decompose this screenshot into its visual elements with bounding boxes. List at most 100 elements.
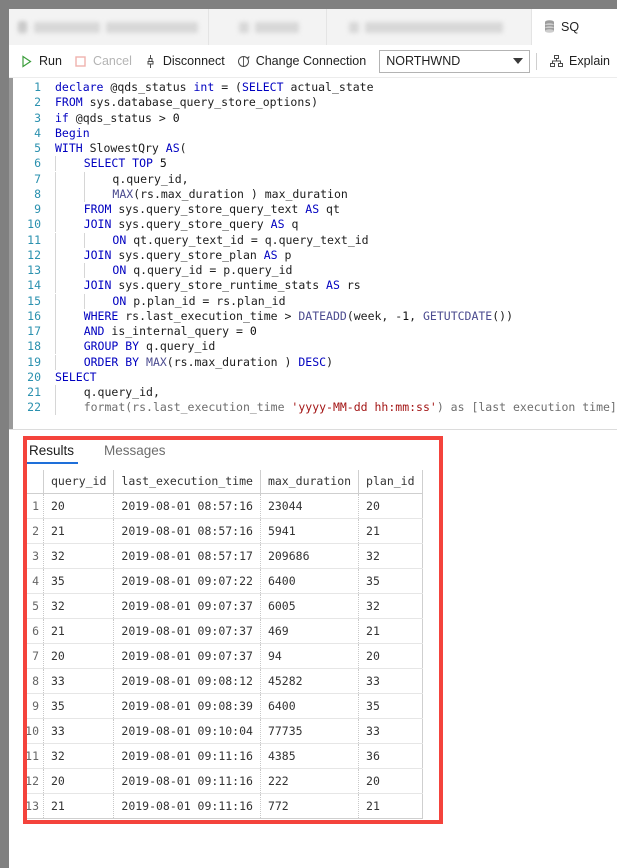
grid-cell-plan_id[interactable]: 20	[358, 493, 423, 519]
table-row[interactable]: 9 35 2019-08-01 09:08:39 6400 35	[23, 693, 423, 719]
grid-cell-max_duration[interactable]: 469	[260, 618, 360, 644]
grid-cell-plan_id[interactable]: 21	[358, 518, 423, 544]
row-number-cell[interactable]: 7	[23, 643, 44, 669]
grid-cell-last_execution_time[interactable]: 2019-08-01 09:10:04	[113, 718, 261, 744]
table-row[interactable]: 8 33 2019-08-01 09:08:12 45282 33	[23, 668, 423, 694]
grid-cell-plan_id[interactable]: 35	[358, 568, 423, 594]
grid-cell-max_duration[interactable]: 45282	[260, 668, 360, 694]
row-number-cell[interactable]: 4	[23, 568, 44, 594]
grid-cell-last_execution_time[interactable]: 2019-08-01 09:11:16	[113, 793, 261, 819]
editor-tab-redacted-2[interactable]	[209, 9, 327, 45]
table-row[interactable]: 13 21 2019-08-01 09:11:16 772 21	[23, 793, 423, 819]
grid-cell-plan_id[interactable]: 20	[358, 768, 423, 794]
grid-cell-last_execution_time[interactable]: 2019-08-01 09:08:39	[113, 693, 261, 719]
grid-cell-query_id[interactable]: 33	[43, 668, 115, 694]
sql-code-editor[interactable]: 1 declare @qds_status int = (SELECT actua…	[9, 78, 617, 430]
grid-cell-last_execution_time[interactable]: 2019-08-01 08:57:16	[113, 493, 261, 519]
table-row[interactable]: 2 21 2019-08-01 08:57:16 5941 21	[23, 518, 423, 544]
grid-cell-last_execution_time[interactable]: 2019-08-01 09:08:12	[113, 668, 261, 694]
row-number-cell[interactable]: 6	[23, 618, 44, 644]
row-number-cell[interactable]: 12	[23, 768, 44, 794]
grid-column-header[interactable]: plan_id	[358, 470, 423, 494]
grid-cell-max_duration[interactable]: 4385	[260, 743, 360, 769]
grid-cell-plan_id[interactable]: 21	[358, 618, 423, 644]
row-number-cell[interactable]: 11	[23, 743, 44, 769]
grid-cell-max_duration[interactable]: 23044	[260, 493, 360, 519]
row-number-cell[interactable]: 13	[23, 793, 44, 819]
editor-tab-redacted-3[interactable]	[327, 9, 532, 45]
grid-cell-query_id[interactable]: 33	[43, 718, 115, 744]
grid-cell-last_execution_time[interactable]: 2019-08-01 09:11:16	[113, 743, 261, 769]
row-number-cell[interactable]: 8	[23, 668, 44, 694]
grid-cell-last_execution_time[interactable]: 2019-08-01 09:07:37	[113, 618, 261, 644]
grid-cell-query_id[interactable]: 32	[43, 593, 115, 619]
grid-cell-last_execution_time[interactable]: 2019-08-01 09:07:22	[113, 568, 261, 594]
table-row[interactable]: 11 32 2019-08-01 09:11:16 4385 36	[23, 743, 423, 769]
explain-button[interactable]: Explain	[545, 49, 617, 73]
code-line: 22 format(rs.last_execution_time 'yyyy-M…	[13, 400, 617, 416]
grid-cell-query_id[interactable]: 21	[43, 793, 115, 819]
grid-cell-max_duration[interactable]: 6400	[260, 568, 360, 594]
grid-cell-plan_id[interactable]: 36	[358, 743, 423, 769]
row-number-cell[interactable]: 3	[23, 543, 44, 569]
row-number-cell[interactable]: 10	[23, 718, 44, 744]
grid-cell-query_id[interactable]: 20	[43, 493, 115, 519]
disconnect-button[interactable]: Disconnect	[139, 49, 232, 73]
grid-cell-plan_id[interactable]: 33	[358, 718, 423, 744]
grid-cell-query_id[interactable]: 32	[43, 743, 115, 769]
table-row[interactable]: 6 21 2019-08-01 09:07:37 469 21	[23, 618, 423, 644]
editor-tab-redacted-1[interactable]	[9, 9, 209, 45]
grid-cell-plan_id[interactable]: 32	[358, 543, 423, 569]
table-row[interactable]: 7 20 2019-08-01 09:07:37 94 20	[23, 643, 423, 669]
row-number-cell[interactable]: 2	[23, 518, 44, 544]
grid-column-header[interactable]: last_execution_time	[113, 470, 261, 494]
line-number: 9	[34, 202, 41, 216]
editor-tab-active-sql[interactable]: SQ	[532, 9, 617, 45]
run-button[interactable]: Run	[15, 49, 69, 73]
grid-cell-plan_id[interactable]: 33	[358, 668, 423, 694]
database-select[interactable]: NORTHWND	[379, 49, 531, 73]
tab-messages[interactable]: Messages	[98, 443, 172, 464]
grid-cell-plan_id[interactable]: 20	[358, 643, 423, 669]
grid-cell-max_duration[interactable]: 6005	[260, 593, 360, 619]
grid-cell-last_execution_time[interactable]: 2019-08-01 09:07:37	[113, 593, 261, 619]
grid-cell-max_duration[interactable]: 772	[260, 793, 360, 819]
grid-cell-max_duration[interactable]: 6400	[260, 693, 360, 719]
results-grid[interactable]: query_id last_execution_time max_duration p…	[23, 470, 423, 819]
grid-cell-query_id[interactable]: 21	[43, 618, 115, 644]
table-row[interactable]: 3 32 2019-08-01 08:57:17 209686 32	[23, 543, 423, 569]
table-row[interactable]: 10 33 2019-08-01 09:10:04 77735 33	[23, 718, 423, 744]
table-row[interactable]: 4 35 2019-08-01 09:07:22 6400 35	[23, 568, 423, 594]
grid-cell-max_duration[interactable]: 5941	[260, 518, 360, 544]
grid-cell-max_duration[interactable]: 222	[260, 768, 360, 794]
grid-cell-plan_id[interactable]: 21	[358, 793, 423, 819]
table-row[interactable]: 1 20 2019-08-01 08:57:16 23044 20	[23, 493, 423, 519]
cancel-button[interactable]: Cancel	[69, 49, 139, 73]
grid-column-header[interactable]: max_duration	[260, 470, 360, 494]
code-token: 0	[249, 324, 257, 338]
row-number-cell[interactable]: 9	[23, 693, 44, 719]
grid-corner-cell[interactable]	[23, 470, 44, 494]
row-number-cell[interactable]: 5	[23, 593, 44, 619]
grid-cell-last_execution_time[interactable]: 2019-08-01 09:07:37	[113, 643, 261, 669]
grid-cell-max_duration[interactable]: 77735	[260, 718, 360, 744]
grid-cell-query_id[interactable]: 32	[43, 543, 115, 569]
grid-cell-query_id[interactable]: 35	[43, 568, 115, 594]
table-row[interactable]: 5 32 2019-08-01 09:07:37 6005 32	[23, 593, 423, 619]
grid-cell-query_id[interactable]: 35	[43, 693, 115, 719]
table-row[interactable]: 12 20 2019-08-01 09:11:16 222 20	[23, 768, 423, 794]
tab-results[interactable]: Results	[23, 443, 80, 464]
grid-cell-max_duration[interactable]: 209686	[260, 543, 360, 569]
grid-cell-query_id[interactable]: 20	[43, 643, 115, 669]
grid-cell-max_duration[interactable]: 94	[260, 643, 360, 669]
grid-cell-plan_id[interactable]: 35	[358, 693, 423, 719]
grid-cell-last_execution_time[interactable]: 2019-08-01 08:57:16	[113, 518, 261, 544]
row-number-cell[interactable]: 1	[23, 493, 44, 519]
grid-column-header[interactable]: query_id	[43, 470, 115, 494]
grid-cell-query_id[interactable]: 21	[43, 518, 115, 544]
grid-cell-last_execution_time[interactable]: 2019-08-01 09:11:16	[113, 768, 261, 794]
grid-cell-plan_id[interactable]: 32	[358, 593, 423, 619]
change-connection-button[interactable]: Change Connection	[232, 49, 374, 73]
grid-cell-query_id[interactable]: 20	[43, 768, 115, 794]
grid-cell-last_execution_time[interactable]: 2019-08-01 08:57:17	[113, 543, 261, 569]
